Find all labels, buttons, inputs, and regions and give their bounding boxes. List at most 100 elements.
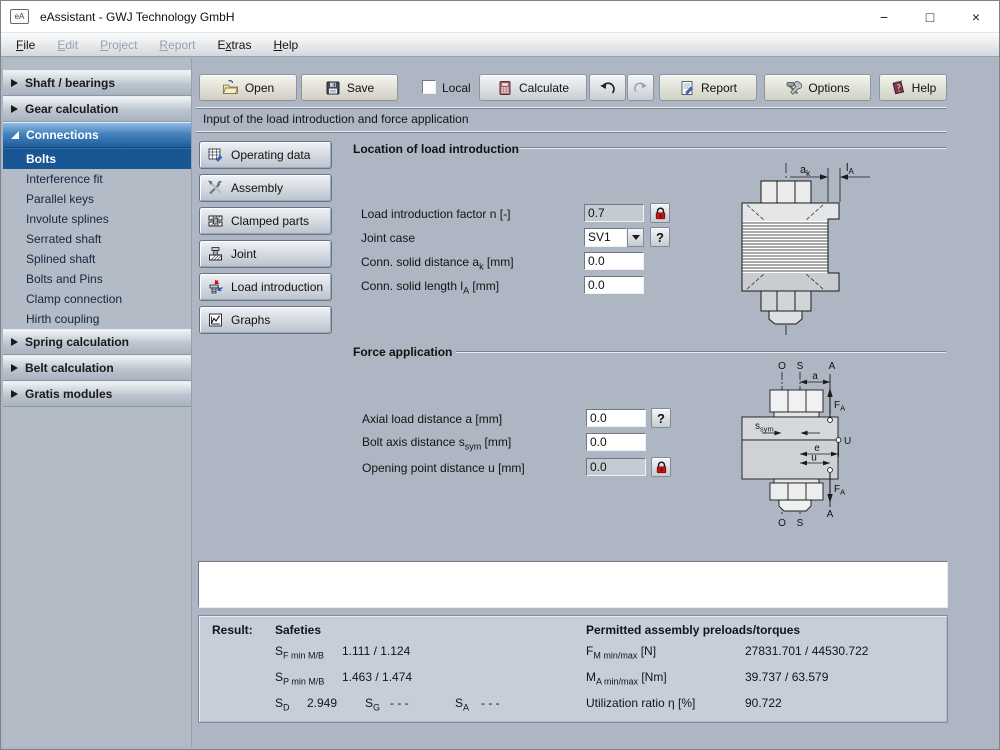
joint-case-value: SV1: [584, 228, 627, 247]
ma-label: MA min/max [Nm]: [586, 670, 667, 689]
sidebar-item-clamp-connection[interactable]: Clamp connection: [3, 289, 191, 309]
sidebar: Shaft / bearings Gear calculation Connec…: [3, 58, 192, 747]
redo-icon: [633, 81, 648, 94]
sidebar-header-shaft-bearings[interactable]: Shaft / bearings: [3, 70, 191, 96]
result-panel: Result: Safeties SF min M/B 1.111 / 1.12…: [198, 615, 948, 723]
sidebar-header-gear-calculation[interactable]: Gear calculation: [3, 96, 191, 122]
options-button[interactable]: Options: [764, 74, 871, 101]
menu-help[interactable]: Help: [262, 35, 309, 55]
question-mark-icon: ?: [656, 230, 664, 245]
collapsed-arrow-icon: [11, 105, 18, 113]
conn-solid-distance-input[interactable]: [584, 252, 644, 270]
axis-a-bottom-label: A: [827, 509, 834, 520]
sidebar-header-belt-calculation[interactable]: Belt calculation: [3, 355, 191, 381]
window-title: eAssistant - GWJ Technology GmbH: [40, 10, 235, 24]
load-introduction-drawing: ak lA: [734, 157, 884, 339]
safety-sd-label: SD: [275, 696, 290, 715]
safety-sp-value: 1.463 / 1.474: [342, 670, 412, 685]
section-line: [519, 147, 946, 149]
axis-s-bottom-label: S: [797, 518, 804, 529]
menu-edit[interactable]: Edit: [46, 35, 89, 55]
load-introduction-factor-input[interactable]: [584, 204, 644, 222]
lock-button[interactable]: [651, 457, 671, 477]
calculate-button[interactable]: Calculate: [479, 74, 587, 101]
menubar: File Edit Project Report Extras Help: [1, 33, 999, 57]
collapsed-arrow-icon: [11, 338, 18, 346]
load-introduction-button[interactable]: Load introduction: [199, 273, 332, 301]
open-button[interactable]: Open: [199, 74, 297, 101]
menu-report[interactable]: Report: [148, 35, 206, 55]
axis-o-top-label: O: [778, 361, 786, 372]
clamped-parts-button[interactable]: Clamped parts: [199, 207, 332, 235]
menu-file[interactable]: File: [5, 35, 46, 55]
titlebar: eA eAssistant - GWJ Technology GmbH − □ …: [1, 1, 999, 33]
joint-case-select[interactable]: SV1: [584, 228, 644, 247]
bolt-axis-distance-input[interactable]: [586, 433, 646, 451]
conn-solid-length-input[interactable]: [584, 276, 644, 294]
message-area[interactable]: [198, 561, 948, 608]
sidebar-item-hirth-coupling[interactable]: Hirth coupling: [3, 309, 191, 329]
bolt-axis-distance-label: Bolt axis distance ssym [mm]: [362, 435, 511, 453]
maximize-button[interactable]: □: [907, 1, 953, 33]
load-introduction-factor-label: Load introduction factor n [-]: [361, 207, 510, 225]
collapsed-arrow-icon: [11, 79, 18, 87]
safeties-title: Safeties: [275, 623, 321, 638]
sidebar-item-involute-splines[interactable]: Involute splines: [3, 209, 191, 229]
sidebar-item-bolts[interactable]: Bolts: [3, 148, 191, 169]
axial-load-distance-label: Axial load distance a [mm]: [362, 412, 502, 430]
opening-point-distance-input[interactable]: [586, 458, 646, 476]
infobar-separator: [196, 131, 946, 133]
help-book-icon: [890, 80, 906, 96]
help-button[interactable]: Help: [879, 74, 947, 101]
axial-load-help-button[interactable]: ?: [651, 408, 671, 428]
result-label: Result:: [212, 623, 253, 638]
question-mark-icon: ?: [657, 411, 665, 426]
lock-button[interactable]: [650, 203, 670, 223]
sidebar-item-serrated-shaft[interactable]: Serrated shaft: [3, 229, 191, 249]
axial-load-distance-input[interactable]: [586, 409, 646, 427]
report-button[interactable]: Report: [659, 74, 757, 101]
joint-button[interactable]: Joint: [199, 240, 332, 268]
preloads-title: Permitted assembly preloads/torques: [586, 623, 800, 638]
toolbar-separator: [196, 107, 946, 109]
redo-button[interactable]: [627, 74, 654, 101]
sidebar-item-interference-fit[interactable]: Interference fit: [3, 169, 191, 189]
safety-sa-value: - - -: [481, 696, 500, 711]
safety-sf-label: SF min M/B: [275, 644, 324, 663]
collapsed-arrow-icon: [11, 364, 18, 372]
info-bar: Input of the load introduction and force…: [203, 112, 469, 126]
fm-label: FM min/max [N]: [586, 644, 656, 663]
sidebar-header-spring-calculation[interactable]: Spring calculation: [3, 329, 191, 355]
dropdown-button[interactable]: [627, 228, 644, 247]
safety-sp-label: SP min M/B: [275, 670, 324, 689]
close-button[interactable]: ×: [953, 1, 999, 33]
menu-project[interactable]: Project: [89, 35, 148, 55]
sidebar-item-splined-shaft[interactable]: Splined shaft: [3, 249, 191, 269]
minimize-button[interactable]: −: [861, 1, 907, 33]
sidebar-header-connections[interactable]: Connections: [3, 122, 191, 148]
tools-icon: [785, 80, 802, 96]
joint-case-help-button[interactable]: ?: [650, 227, 670, 247]
section-title-location: Location of load introduction: [353, 142, 519, 156]
ma-value: 39.737 / 63.579: [745, 670, 828, 685]
sidebar-item-bolts-and-pins[interactable]: Bolts and Pins: [3, 269, 191, 289]
fm-value: 27831.701 / 44530.722: [745, 644, 868, 659]
utilization-value: 90.722: [745, 696, 782, 711]
local-checkbox[interactable]: [422, 80, 436, 94]
graphs-button[interactable]: Graphs: [199, 306, 332, 334]
menu-extras[interactable]: Extras: [206, 35, 262, 55]
save-button[interactable]: Save: [301, 74, 398, 101]
sidebar-item-parallel-keys[interactable]: Parallel keys: [3, 189, 191, 209]
operating-data-button[interactable]: Operating data: [199, 141, 332, 169]
force-application-drawing: O S A a FA ssym U e u FA A O S: [703, 357, 858, 529]
undo-button[interactable]: [589, 74, 626, 101]
assembly-button[interactable]: Assembly: [199, 174, 332, 202]
opening-point-distance-label: Opening point distance u [mm]: [362, 461, 525, 479]
conn-solid-distance-label: Conn. solid distance ak [mm]: [361, 255, 514, 273]
axis-s-top-label: S: [797, 361, 804, 372]
dim-u-label: u: [811, 453, 817, 464]
collapsed-arrow-icon: [11, 390, 18, 398]
chevron-down-icon: [632, 235, 640, 240]
sidebar-header-gratis-modules[interactable]: Gratis modules: [3, 381, 191, 407]
point-u-label: U: [844, 436, 851, 447]
